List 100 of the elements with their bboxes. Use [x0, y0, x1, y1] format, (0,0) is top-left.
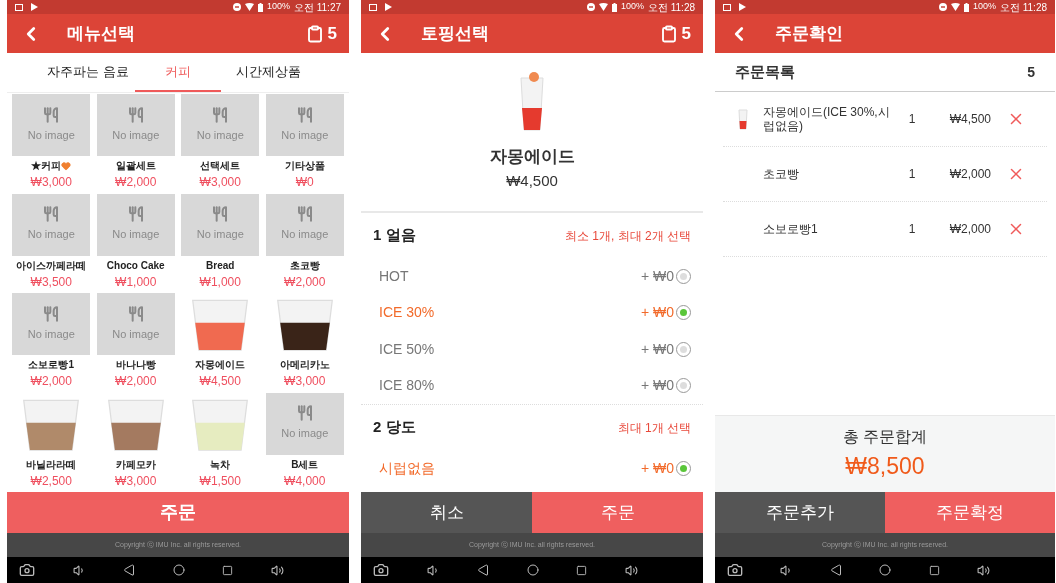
order-list-title: 주문목록: [735, 61, 795, 82]
menu-item[interactable]: 카페모카 ₩3,000: [93, 392, 178, 492]
screen-title: 메뉴선택: [67, 22, 135, 45]
menu-item[interactable]: No image 아이스까페라떼 ₩3,500: [9, 193, 94, 293]
no-image-placeholder: No image: [96, 193, 175, 256]
wifi-icon: [598, 3, 608, 11]
volume-down-icon[interactable]: [72, 563, 86, 577]
no-image-placeholder: No image: [12, 293, 91, 355]
no-image-placeholder: No image: [181, 94, 260, 156]
clipboard-icon: [305, 24, 324, 43]
notification-icon: [15, 3, 23, 11]
screenshot-icon[interactable]: [727, 562, 743, 578]
menu-item[interactable]: No image Bread ₩1,000: [178, 193, 263, 293]
notification-icon: [723, 3, 731, 11]
back-nav-icon[interactable]: [477, 564, 489, 576]
utensils-icon: [212, 106, 229, 123]
recents-icon[interactable]: [928, 564, 940, 576]
footer-button[interactable]: 취소: [361, 492, 532, 533]
utensils-icon: [127, 305, 144, 322]
menu-item[interactable]: 녹차 ₩1,500: [178, 392, 263, 492]
no-image-placeholder: No image: [265, 94, 344, 156]
total-label: 총 주문합계: [842, 426, 928, 447]
utensils-icon: [212, 206, 229, 223]
order-price: ₩2,000: [948, 221, 991, 238]
utensils-icon: [43, 106, 60, 123]
screen-title: 주문확인: [775, 22, 843, 45]
menu-item[interactable]: No image 소보로빵1 ₩2,000: [9, 293, 94, 393]
clipboard-icon: [659, 24, 678, 43]
order-item-name: 초코빵: [763, 167, 800, 181]
order-count: 5: [1027, 62, 1035, 82]
order-item-name: 자몽에이드(ICE 30%,시럽없음): [763, 105, 891, 133]
product-name: 자몽에이드: [489, 146, 575, 168]
menu-item[interactable]: 자몽에이드 ₩4,500: [178, 293, 263, 393]
footer-button[interactable]: 주문추가: [715, 492, 885, 533]
no-image-placeholder: No image: [265, 193, 344, 256]
back-nav-icon[interactable]: [830, 564, 843, 576]
battery-icon: [963, 2, 969, 12]
volume-down-icon[interactable]: [426, 563, 440, 577]
volume-up-icon[interactable]: [976, 563, 990, 577]
home-icon[interactable]: [879, 564, 892, 576]
battery-icon: [611, 2, 617, 12]
recents-icon[interactable]: [576, 564, 587, 576]
screen-title: 토핑선택: [421, 22, 489, 45]
clock: 오전 11:28: [999, 0, 1047, 15]
option-row[interactable]: ICE 50% + ₩0: [361, 331, 703, 368]
cart-button[interactable]: 5: [305, 20, 337, 47]
no-image-placeholder: No image: [181, 193, 260, 256]
utensils-icon: [296, 405, 313, 422]
option-group-title: 2 당도: [373, 417, 416, 438]
home-icon[interactable]: [172, 564, 185, 576]
battery-level: 100%: [972, 0, 996, 14]
menu-item[interactable]: No image 초코빵 ₩2,000: [262, 193, 347, 293]
battery-icon: [257, 2, 263, 12]
option-row[interactable]: ICE 80% + ₩0: [361, 367, 703, 404]
order-price: ₩4,500: [948, 111, 991, 128]
volume-up-icon[interactable]: [624, 563, 638, 577]
menu-item[interactable]: No image 선택세트 ₩3,000: [178, 94, 263, 194]
battery-level: 100%: [266, 0, 290, 14]
utensils-icon: [43, 206, 60, 223]
no-image-placeholder: No image: [12, 193, 91, 256]
battery-level: 100%: [620, 0, 644, 14]
option-group-rule: 최소 1개, 최대 2개 선택: [564, 227, 691, 245]
menu-item[interactable]: 아메리카노 ₩3,000: [262, 293, 347, 393]
category-tab[interactable]: 자주파는 음료: [45, 53, 131, 92]
volume-up-icon[interactable]: [270, 563, 284, 577]
menu-item[interactable]: No image B세트 ₩4,000: [262, 392, 347, 492]
screenshot-icon[interactable]: [19, 562, 35, 578]
menu-item[interactable]: No image Choco Cake ₩1,000: [93, 193, 178, 293]
do-not-disturb-icon: [586, 3, 595, 11]
home-icon[interactable]: [526, 564, 539, 576]
recents-icon[interactable]: [222, 564, 233, 576]
menu-item[interactable]: No image 바나나빵 ₩2,000: [93, 293, 178, 393]
drink-photo: [518, 72, 546, 132]
utensils-icon: [296, 106, 313, 123]
utensils-icon: [127, 206, 144, 223]
utensils-icon: [43, 305, 60, 322]
menu-item[interactable]: 바닐라라떼 ₩2,500: [9, 392, 94, 492]
clock: 오전 11:27: [293, 0, 341, 15]
notification-icon: [369, 3, 377, 11]
do-not-disturb-icon: [232, 3, 241, 11]
category-tab[interactable]: 시간제상품: [225, 53, 311, 92]
back-nav-icon[interactable]: [123, 564, 135, 576]
clock: 오전 11:28: [647, 0, 695, 15]
utensils-icon: [127, 106, 144, 123]
no-image-placeholder: No image: [96, 293, 175, 355]
menu-item[interactable]: No image ★커피 ₩3,000: [9, 94, 94, 194]
wifi-icon: [950, 3, 960, 11]
order-price: ₩2,000: [948, 166, 991, 183]
cart-button[interactable]: 5: [659, 20, 691, 47]
menu-item[interactable]: No image 기타상품 ₩0: [262, 94, 347, 194]
order-quantity: 1: [907, 111, 917, 128]
menu-item[interactable]: No image 일괄세트 ₩2,000: [93, 94, 178, 194]
option-row[interactable]: HOT + ₩0: [361, 258, 703, 295]
order-item-name: 소보로빵1: [763, 222, 819, 236]
option-group-rule: 최대 1개 선택: [617, 419, 691, 437]
total-amount: ₩8,500: [845, 451, 925, 481]
product-price: ₩4,500: [506, 170, 558, 191]
no-image-placeholder: No image: [12, 94, 91, 156]
screenshot-icon[interactable]: [373, 562, 389, 578]
option-group-title: 1 얼음: [373, 225, 416, 246]
